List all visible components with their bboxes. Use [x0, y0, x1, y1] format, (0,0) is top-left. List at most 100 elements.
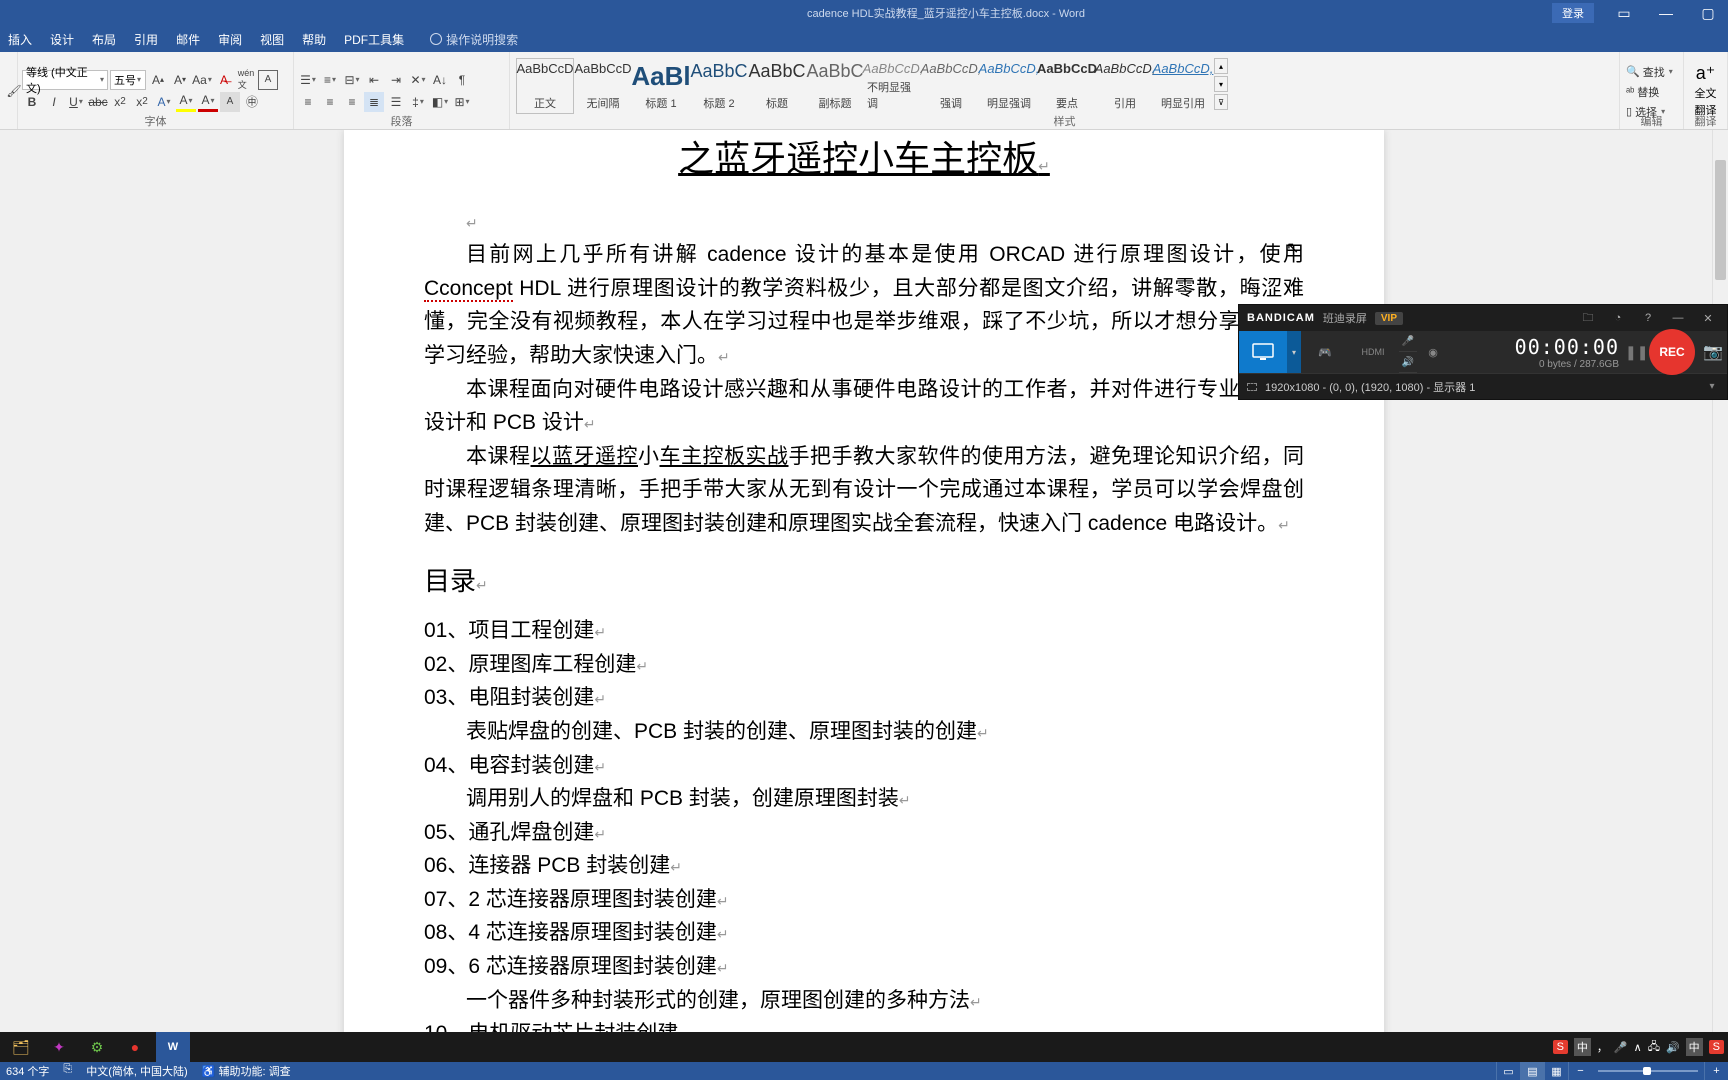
- clear-format-icon[interactable]: A̶: [214, 70, 234, 90]
- font-size-combo[interactable]: 五号▾: [110, 70, 146, 90]
- close-icon[interactable]: ✕: [1697, 312, 1719, 325]
- screen-mode-dropdown[interactable]: ▾: [1287, 331, 1301, 373]
- styles-expand[interactable]: ▴▾⊽: [1214, 58, 1228, 110]
- phonetic-icon[interactable]: wén文: [236, 70, 256, 90]
- record-button[interactable]: REC: [1649, 329, 1695, 375]
- change-case-icon[interactable]: Aa▾: [192, 70, 212, 90]
- style-title[interactable]: AaBbC标题: [748, 58, 806, 114]
- text-effects-icon[interactable]: A▾: [154, 92, 174, 112]
- task-app1[interactable]: ✦: [42, 1032, 76, 1062]
- shading-icon[interactable]: ◧▾: [430, 92, 450, 112]
- borders-icon[interactable]: ⊞▾: [452, 92, 472, 112]
- folder-icon[interactable]: 🗀: [1577, 309, 1599, 328]
- align-right-icon[interactable]: ≡: [342, 92, 362, 112]
- strike-button[interactable]: abc: [88, 92, 108, 112]
- zoom-slider[interactable]: [1598, 1070, 1698, 1072]
- accessibility-status[interactable]: ♿ 辅助功能: 调查: [202, 1063, 291, 1079]
- webcam-icon[interactable]: ◉: [1417, 331, 1449, 373]
- bold-button[interactable]: B: [22, 92, 42, 112]
- web-layout-icon[interactable]: ▦: [1544, 1062, 1568, 1080]
- style-subtle-emphasis[interactable]: AaBbCcD,不明显强调: [864, 58, 922, 114]
- superscript-button[interactable]: x2: [132, 92, 152, 112]
- font-family-combo[interactable]: 等线 (中文正文)▾: [22, 70, 108, 90]
- style-emphasis[interactable]: AaBbCcD,强调: [922, 58, 980, 114]
- distribute-icon[interactable]: ☰: [386, 92, 406, 112]
- bullets-icon[interactable]: ☰▾: [298, 70, 318, 90]
- tab-references[interactable]: 引用: [134, 31, 158, 48]
- task-app2[interactable]: ⚙: [80, 1032, 114, 1062]
- tab-design[interactable]: 设计: [50, 31, 74, 48]
- expand-icon[interactable]: ▾: [1705, 381, 1719, 392]
- device-mode-icon[interactable]: HDMI: [1349, 331, 1397, 373]
- text-direction-icon[interactable]: ✕▾: [408, 70, 428, 90]
- vertical-scrollbar[interactable]: [1712, 130, 1728, 1032]
- tab-pdf-tools[interactable]: PDF工具集: [344, 31, 404, 48]
- tell-me-search[interactable]: 操作说明搜索: [430, 31, 518, 48]
- sort-icon[interactable]: A↓: [430, 70, 450, 90]
- zoom-out-icon[interactable]: −: [1568, 1062, 1592, 1080]
- enclose-char-icon[interactable]: ㊥: [242, 92, 262, 112]
- pause-button[interactable]: ❚❚: [1625, 344, 1645, 361]
- zoom-in-icon[interactable]: +: [1704, 1062, 1728, 1080]
- word-count[interactable]: 634 个字: [6, 1063, 49, 1079]
- screen-mode-icon[interactable]: [1239, 331, 1287, 373]
- tab-layout[interactable]: 布局: [92, 31, 116, 48]
- maximize-icon[interactable]: ▢: [1688, 0, 1728, 26]
- style-intense-emphasis[interactable]: AaBbCcD,明显强调: [980, 58, 1038, 114]
- italic-button[interactable]: I: [44, 92, 64, 112]
- tab-help[interactable]: 帮助: [302, 31, 326, 48]
- grow-font-icon[interactable]: A▴: [148, 70, 168, 90]
- style-intense-quote[interactable]: AaBbCcD,明显引用: [1154, 58, 1212, 114]
- ime-lang-icon[interactable]: 中: [1574, 1038, 1591, 1056]
- login-button[interactable]: 登录: [1552, 3, 1594, 23]
- tray-mic-icon[interactable]: 🎤: [1614, 1041, 1628, 1054]
- bandicam-window[interactable]: BANDICAM 班迪录屏 VIP 🗀 ◔ ? — ✕ ▾ 🎮 HDMI 🎤 🔊…: [1238, 304, 1728, 400]
- tray-volume-icon[interactable]: 🔊: [1666, 1041, 1680, 1054]
- show-marks-icon[interactable]: ¶: [452, 70, 472, 90]
- tray-chevron-icon[interactable]: ∧: [1634, 1041, 1642, 1054]
- increase-indent-icon[interactable]: ⇥: [386, 70, 406, 90]
- tray-network-icon[interactable]: 🖧: [1648, 1038, 1660, 1057]
- timer-icon[interactable]: ◔: [1607, 312, 1629, 324]
- minimize-icon[interactable]: —: [1646, 0, 1686, 26]
- style-quote[interactable]: AaBbCcD,引用: [1096, 58, 1154, 114]
- char-shading-icon[interactable]: A: [220, 92, 240, 112]
- bandicam-titlebar[interactable]: BANDICAM 班迪录屏 VIP 🗀 ◔ ? — ✕: [1239, 305, 1727, 331]
- read-mode-icon[interactable]: ▭: [1496, 1062, 1520, 1080]
- help-icon[interactable]: ?: [1637, 312, 1659, 324]
- tray-comma-icon[interactable]: ，: [1597, 1039, 1608, 1055]
- align-left-icon[interactable]: ≡: [298, 92, 318, 112]
- tab-view[interactable]: 视图: [260, 31, 284, 48]
- tab-review[interactable]: 审阅: [218, 31, 242, 48]
- style-subtitle[interactable]: AaBbC副标题: [806, 58, 864, 114]
- underline-button[interactable]: U▾: [66, 92, 86, 112]
- ribbon-display-icon[interactable]: ▭: [1604, 0, 1644, 26]
- minimize-icon[interactable]: —: [1667, 312, 1689, 324]
- game-mode-icon[interactable]: 🎮: [1301, 331, 1349, 373]
- document-canvas[interactable]: 之蓝牙遥控小车主控板↵ ↵ 目前网上几乎所有讲解 cadence 设计的基本是使…: [0, 130, 1728, 1062]
- find-button[interactable]: 🔍查找▾: [1624, 63, 1679, 81]
- task-explorer[interactable]: 🗂: [4, 1032, 38, 1062]
- print-layout-icon[interactable]: ▤: [1520, 1062, 1544, 1080]
- spell-check-icon[interactable]: ⎘: [63, 1063, 72, 1079]
- align-center-icon[interactable]: ≡: [320, 92, 340, 112]
- screenshot-button[interactable]: 📷: [1699, 331, 1727, 373]
- style-heading1[interactable]: AaBl标题 1: [632, 58, 690, 114]
- highlight-icon[interactable]: A▾: [176, 92, 196, 112]
- scrollbar-thumb[interactable]: [1715, 160, 1726, 280]
- multilevel-icon[interactable]: ⊟▾: [342, 70, 362, 90]
- font-color-icon[interactable]: A▾: [198, 92, 218, 112]
- justify-icon[interactable]: ≣: [364, 92, 384, 112]
- tab-insert[interactable]: 插入: [8, 31, 32, 48]
- ime-brand-icon[interactable]: S: [1553, 1040, 1568, 1054]
- language-status[interactable]: 中文(简体, 中国大陆): [86, 1063, 187, 1079]
- ime-lang2-icon[interactable]: 中: [1686, 1038, 1703, 1056]
- style-nospacing[interactable]: AaBbCcD无间隔: [574, 58, 632, 114]
- subscript-button[interactable]: x2: [110, 92, 130, 112]
- tab-mail[interactable]: 邮件: [176, 31, 200, 48]
- audio-icon[interactable]: 🔊: [1399, 352, 1417, 373]
- mic-icon[interactable]: 🎤: [1399, 331, 1417, 352]
- ime-brand2-icon[interactable]: S: [1709, 1040, 1724, 1054]
- numbering-icon[interactable]: ≡▾: [320, 70, 340, 90]
- style-heading2[interactable]: AaBbC标题 2: [690, 58, 748, 114]
